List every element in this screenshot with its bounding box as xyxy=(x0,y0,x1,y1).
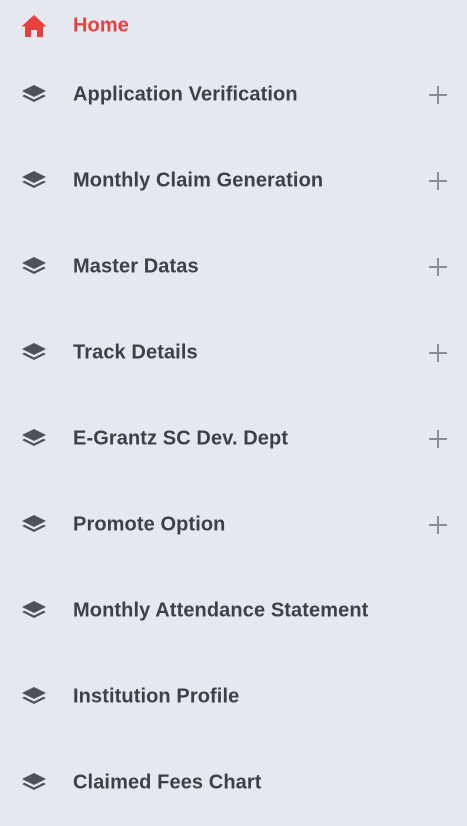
plus-icon[interactable] xyxy=(429,172,447,190)
sidebar-item-label: Home xyxy=(73,14,129,37)
plus-icon[interactable] xyxy=(429,516,447,534)
sidebar-item-track-details[interactable]: Track Details xyxy=(0,310,467,396)
layers-icon xyxy=(19,340,49,366)
sidebar-item-label: Master Datas xyxy=(73,255,199,278)
sidebar-item-home[interactable]: Home xyxy=(0,0,467,52)
sidebar-item-label: Monthly Claim Generation xyxy=(73,169,324,192)
layers-icon xyxy=(19,426,49,452)
layers-icon xyxy=(19,168,49,194)
plus-icon[interactable] xyxy=(429,258,447,276)
layers-icon xyxy=(19,770,49,796)
sidebar-item-claimed-fees-chart[interactable]: Claimed Fees Chart xyxy=(0,740,467,826)
layers-icon xyxy=(19,254,49,280)
sidebar-item-label: Monthly Attendance Statement xyxy=(73,599,369,622)
home-icon xyxy=(19,13,49,39)
sidebar-item-egrantz-sc-dev-dept[interactable]: E-Grantz SC Dev. Dept xyxy=(0,396,467,482)
sidebar-menu: Home Application Verification Monthly Cl… xyxy=(0,0,467,826)
sidebar-item-label: Promote Option xyxy=(73,513,226,536)
sidebar-item-institution-profile[interactable]: Institution Profile xyxy=(0,654,467,740)
sidebar-item-label: Track Details xyxy=(73,341,198,364)
sidebar-item-label: Claimed Fees Chart xyxy=(73,771,262,794)
layers-icon xyxy=(19,512,49,538)
sidebar-item-master-datas[interactable]: Master Datas xyxy=(0,224,467,310)
layers-icon xyxy=(19,82,49,108)
sidebar-item-monthly-attendance-statement[interactable]: Monthly Attendance Statement xyxy=(0,568,467,654)
plus-icon[interactable] xyxy=(429,430,447,448)
plus-icon[interactable] xyxy=(429,344,447,362)
sidebar-item-label: Institution Profile xyxy=(73,685,240,708)
sidebar-item-application-verification[interactable]: Application Verification xyxy=(0,52,467,138)
sidebar-item-label: E-Grantz SC Dev. Dept xyxy=(73,427,289,450)
sidebar-item-label: Application Verification xyxy=(73,83,298,106)
layers-icon xyxy=(19,598,49,624)
sidebar: Home Application Verification Monthly Cl… xyxy=(0,0,467,826)
plus-icon[interactable] xyxy=(429,86,447,104)
layers-icon xyxy=(19,684,49,710)
sidebar-item-monthly-claim-generation[interactable]: Monthly Claim Generation xyxy=(0,138,467,224)
sidebar-item-promote-option[interactable]: Promote Option xyxy=(0,482,467,568)
